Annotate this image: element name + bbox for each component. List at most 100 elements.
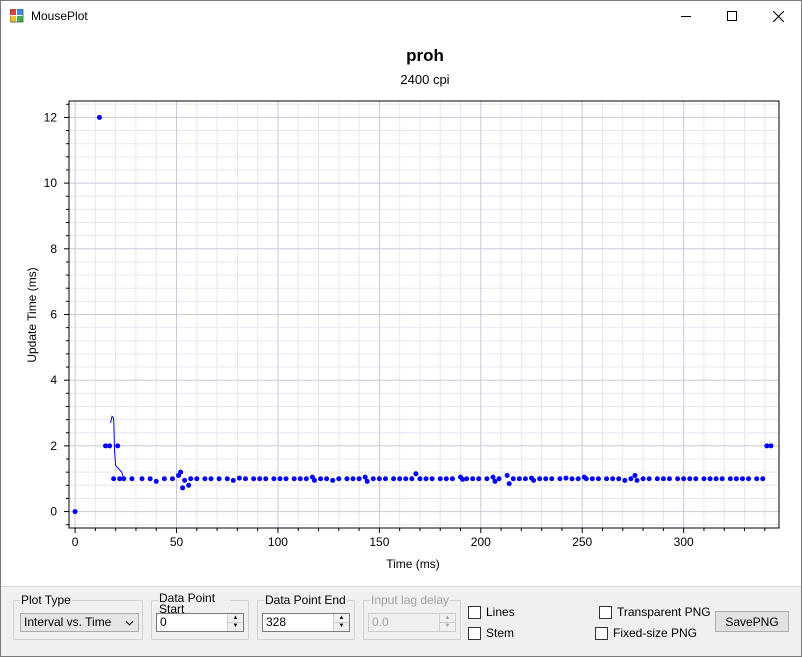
data-point: [632, 472, 638, 478]
data-point: [429, 476, 435, 482]
data-start-group: Data Point Start 0 ▲ ▼: [151, 592, 249, 640]
minimize-button[interactable]: [663, 1, 709, 31]
data-point: [139, 476, 145, 482]
plot-type-value: Interval vs. Time: [24, 615, 112, 629]
data-point: [746, 476, 752, 482]
data-point: [330, 477, 336, 483]
data-point: [121, 476, 127, 482]
data-point: [72, 509, 78, 515]
data-point: [681, 476, 687, 482]
data-point: [464, 476, 470, 482]
data-point: [283, 476, 289, 482]
data-point: [271, 476, 277, 482]
data-point: [111, 476, 117, 482]
plot-type-label: Plot Type: [20, 593, 72, 607]
data-point: [417, 476, 423, 482]
lines-checkbox[interactable]: Lines: [468, 604, 515, 620]
data-point: [768, 443, 774, 449]
spin-down-icon[interactable]: ▼: [334, 622, 349, 630]
data-end-spinner[interactable]: ▲ ▼: [333, 614, 349, 631]
data-point: [543, 476, 549, 482]
transparent-png-checkbox[interactable]: Transparent PNG: [599, 604, 711, 620]
data-point: [654, 476, 660, 482]
data-point: [675, 476, 681, 482]
data-point: [336, 476, 342, 482]
data-point: [646, 476, 652, 482]
x-tick-label: 200: [471, 535, 491, 549]
y-tick-label: 0: [50, 505, 57, 519]
stem-checkbox-box[interactable]: [468, 626, 481, 640]
transparent-png-label: Transparent PNG: [617, 605, 711, 619]
data-end-input[interactable]: 328 ▲ ▼: [262, 613, 350, 632]
y-tick-label: 4: [50, 373, 57, 387]
data-point: [604, 476, 610, 482]
data-point: [107, 443, 113, 449]
data-point: [161, 476, 167, 482]
data-point: [557, 476, 563, 482]
data-end-group: Data Point End 328 ▲ ▼: [257, 593, 355, 640]
data-point: [504, 472, 510, 478]
data-point: [563, 475, 569, 481]
data-point: [484, 476, 490, 482]
data-point: [147, 476, 153, 482]
data-start-label: Data Point Start: [158, 592, 230, 615]
data-point: [628, 476, 634, 482]
data-point: [437, 476, 443, 482]
data-point: [413, 471, 419, 477]
data-point: [701, 476, 707, 482]
data-point: [364, 478, 370, 484]
data-point: [522, 476, 528, 482]
data-end-value: 328: [266, 615, 287, 629]
lag-delay-input: 0.0 ▲ ▼: [368, 613, 456, 632]
data-point: [324, 476, 330, 482]
plot-area: proh 2400 cpi 0 50 100 150 200 250 300 0 2 4 6 8 10 1…: [1, 31, 801, 586]
data-point: [449, 476, 455, 482]
data-point: [506, 481, 512, 487]
data-point: [297, 476, 303, 482]
save-png-button[interactable]: SavePNG: [715, 611, 789, 632]
spin-down-icon[interactable]: ▼: [228, 622, 243, 630]
data-point: [693, 476, 699, 482]
x-tick-label: 250: [572, 535, 592, 549]
data-point: [303, 476, 309, 482]
app-icon: [10, 9, 24, 23]
data-point: [510, 476, 516, 482]
data-point: [311, 477, 317, 483]
data-point: [208, 476, 214, 482]
data-point: [516, 476, 522, 482]
transparent-png-checkbox-box[interactable]: [599, 605, 612, 619]
data-start-spinner[interactable]: ▲ ▼: [227, 614, 243, 631]
maximize-button[interactable]: [709, 1, 755, 31]
lag-delay-value: 0.0: [372, 615, 389, 629]
data-point: [575, 476, 581, 482]
lines-checkbox-box[interactable]: [468, 605, 481, 619]
lag-delay-group: Input lag delay 0.0 ▲ ▼: [363, 593, 461, 640]
y-tick-label: 2: [50, 439, 57, 453]
plot-type-group: Plot Type Interval vs. Time: [13, 593, 143, 640]
fixed-png-checkbox[interactable]: Fixed-size PNG: [595, 625, 697, 641]
data-point: [230, 477, 236, 483]
lag-delay-spinner: ▲ ▼: [439, 614, 455, 631]
y-axis-label: Update Time (ms): [25, 267, 39, 362]
data-point: [443, 476, 449, 482]
data-point: [257, 476, 263, 482]
data-point: [634, 477, 640, 483]
fixed-png-checkbox-box[interactable]: [595, 626, 608, 640]
y-tick-label: 12: [44, 110, 58, 124]
data-point: [216, 476, 222, 482]
x-tick-label: 150: [369, 535, 389, 549]
close-button[interactable]: [755, 1, 801, 31]
chart-subtitle: 2400 cpi: [400, 72, 449, 87]
x-axis-label: Time (ms): [386, 557, 440, 571]
title-bar[interactable]: MousePlot: [1, 1, 801, 31]
data-point: [242, 476, 248, 482]
data-point: [719, 476, 725, 482]
plot-type-select[interactable]: Interval vs. Time: [20, 613, 139, 632]
data-start-input[interactable]: 0 ▲ ▼: [156, 613, 244, 632]
data-point: [344, 476, 350, 482]
y-tick-label: 6: [50, 308, 57, 322]
data-point: [660, 476, 666, 482]
stem-checkbox[interactable]: Stem: [468, 625, 514, 641]
data-point: [476, 476, 482, 482]
chevron-down-icon: [126, 620, 133, 626]
